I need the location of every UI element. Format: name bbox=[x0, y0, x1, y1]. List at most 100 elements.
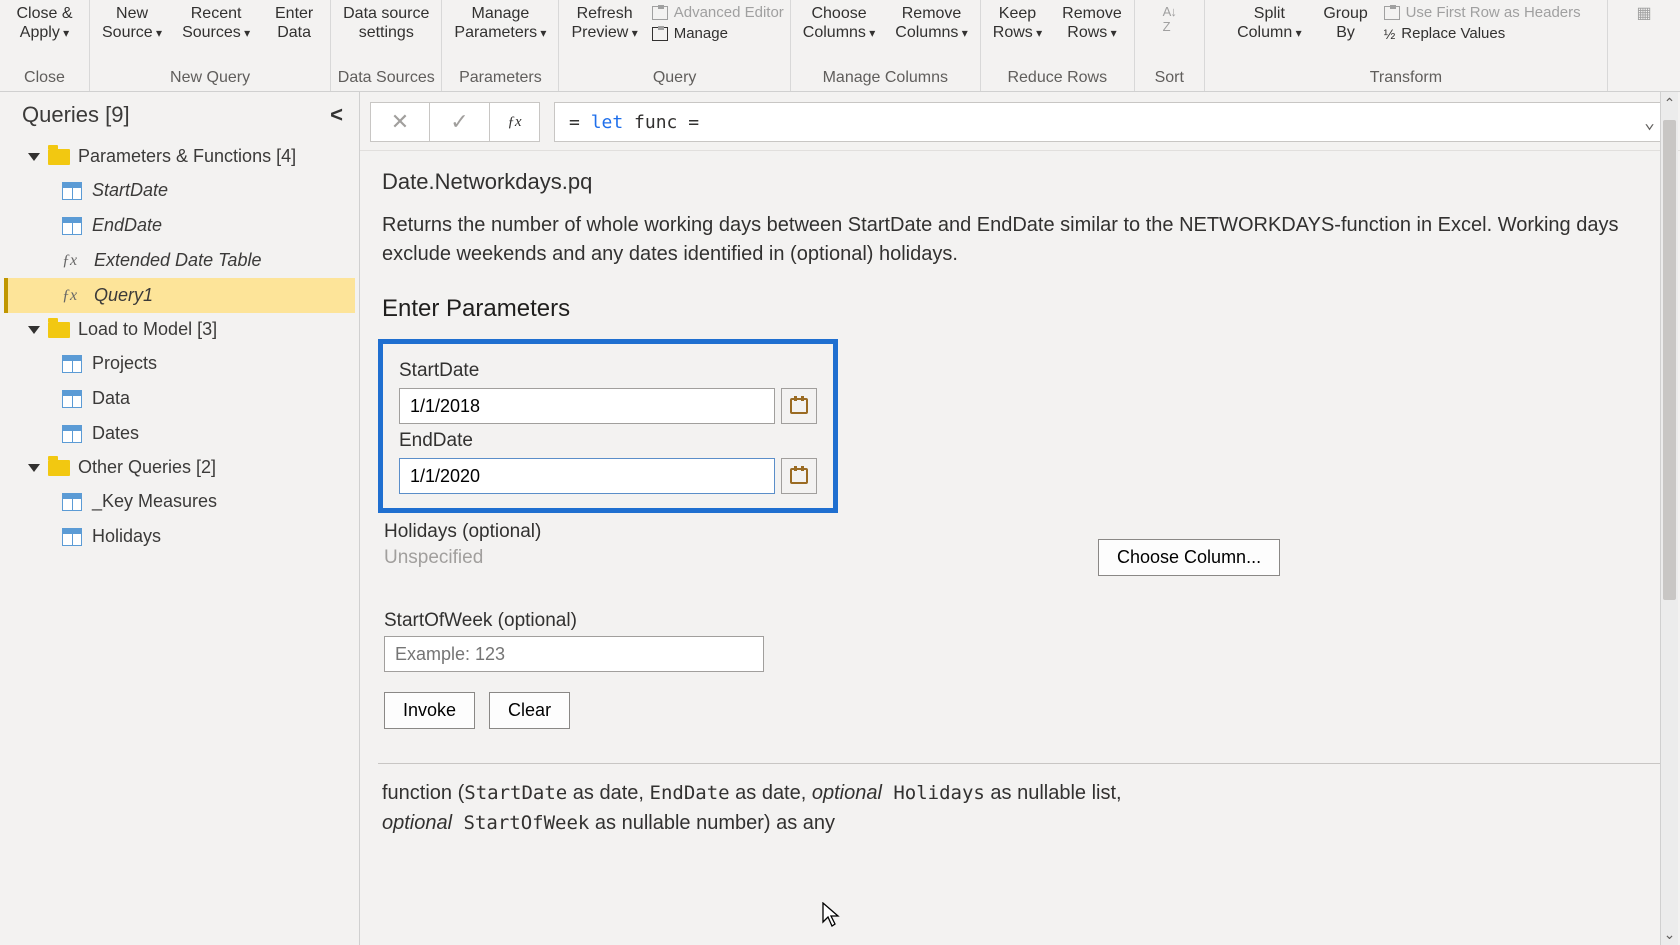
recent-sources-button[interactable]: Recent Sources bbox=[176, 2, 256, 44]
query-item[interactable]: ƒx Extended Date Table bbox=[4, 243, 355, 278]
query-item-label: Dates bbox=[92, 423, 139, 444]
choose-column-button[interactable]: Choose Column... bbox=[1098, 539, 1280, 576]
formula-expand-button[interactable]: ⌄ bbox=[1644, 112, 1655, 133]
query-item[interactable]: StartDate bbox=[4, 173, 355, 208]
query-group[interactable]: Load to Model [3] bbox=[4, 313, 355, 346]
refresh-preview-button[interactable]: Refresh Preview bbox=[565, 2, 643, 44]
ribbon: Close & Apply Close New Source Recent So… bbox=[0, 0, 1680, 92]
ribbon-group-newquery: New Query bbox=[96, 67, 324, 89]
remove-columns-button[interactable]: Remove Columns bbox=[889, 2, 974, 44]
data-source-settings-button[interactable]: Data source settings bbox=[337, 2, 435, 44]
formula-commit-button[interactable]: ✓ bbox=[430, 102, 490, 142]
ribbon-overflow-button[interactable]: ▦ bbox=[1614, 2, 1674, 25]
queries-panel: Queries [9] < Parameters & Functions [4]… bbox=[0, 92, 360, 945]
query-item-label: Projects bbox=[92, 353, 157, 374]
table-icon bbox=[62, 493, 82, 511]
function-signature: function (StartDate as date, EndDate as … bbox=[382, 778, 1642, 838]
manage-parameters-button[interactable]: Manage Parameters bbox=[448, 2, 552, 44]
replace-icon: ½ bbox=[1384, 26, 1396, 42]
query-item[interactable]: Projects bbox=[4, 346, 355, 381]
query-item[interactable]: Holidays bbox=[4, 519, 355, 554]
folder-icon bbox=[48, 322, 70, 338]
sort-asc-button[interactable]: A↓Z bbox=[1163, 4, 1176, 34]
formula-bar: ✕ ✓ ƒx = let func = ⌄ bbox=[360, 92, 1680, 151]
ribbon-group-datasources: Data Sources bbox=[337, 67, 435, 89]
replace-values-button[interactable]: ½ Replace Values bbox=[1384, 25, 1581, 42]
table-icon bbox=[62, 528, 82, 546]
enddate-input[interactable] bbox=[399, 458, 775, 494]
use-first-row-headers-button[interactable]: Use First Row as Headers bbox=[1384, 4, 1581, 21]
scroll-down-button[interactable]: ⌄ bbox=[1661, 923, 1678, 945]
editor-panel: ✕ ✓ ƒx = let func = ⌄ Date.Networkdays.p… bbox=[360, 92, 1680, 945]
ribbon-group-query: Query bbox=[565, 67, 783, 89]
folder-icon bbox=[48, 149, 70, 165]
manage-query-button[interactable]: Manage bbox=[652, 25, 784, 42]
query-group-label: Load to Model [3] bbox=[78, 319, 217, 340]
ribbon-group-managecols: Manage Columns bbox=[797, 67, 974, 89]
query-group[interactable]: Other Queries [2] bbox=[4, 451, 355, 484]
query-group[interactable]: Parameters & Functions [4] bbox=[4, 140, 355, 173]
fx-icon: ƒx bbox=[490, 102, 540, 142]
formula-input[interactable]: = let func = ⌄ bbox=[554, 102, 1670, 142]
ribbon-group-close: Close bbox=[6, 67, 83, 89]
enter-parameters-heading: Enter Parameters bbox=[382, 295, 1662, 323]
invoke-button[interactable]: Invoke bbox=[384, 692, 475, 729]
ribbon-group-reducerows: Reduce Rows bbox=[987, 67, 1128, 89]
choose-columns-button[interactable]: Choose Columns bbox=[797, 2, 882, 44]
startofweek-input[interactable] bbox=[384, 636, 764, 672]
query-item[interactable]: ƒx Query1 bbox=[4, 278, 355, 313]
fx-icon: ƒx bbox=[62, 252, 84, 270]
manage-icon bbox=[652, 27, 668, 41]
chevron-down-icon bbox=[28, 153, 40, 161]
startdate-input[interactable] bbox=[399, 388, 775, 424]
query-item-label: Extended Date Table bbox=[94, 250, 261, 271]
date-params-highlight: StartDate EndDate bbox=[378, 339, 838, 513]
query-item-label: EndDate bbox=[92, 215, 162, 236]
ribbon-group-sort: Sort bbox=[1141, 67, 1198, 89]
table-icon bbox=[62, 390, 82, 408]
startdate-calendar-button[interactable] bbox=[781, 388, 817, 424]
scroll-up-button[interactable]: ⌃ bbox=[1661, 92, 1678, 114]
startdate-label: StartDate bbox=[399, 360, 817, 382]
advanced-editor-button[interactable]: Advanced Editor bbox=[652, 4, 784, 21]
formula-cancel-button[interactable]: ✕ bbox=[370, 102, 430, 142]
table-icon bbox=[62, 355, 82, 373]
function-description: Returns the number of whole working days… bbox=[382, 211, 1642, 269]
function-title: Date.Networkdays.pq bbox=[382, 169, 1662, 195]
new-source-button[interactable]: New Source bbox=[96, 2, 168, 44]
enddate-calendar-button[interactable] bbox=[781, 458, 817, 494]
query-item-label: StartDate bbox=[92, 180, 168, 201]
keep-rows-button[interactable]: Keep Rows bbox=[987, 2, 1048, 44]
query-group-label: Other Queries [2] bbox=[78, 457, 216, 478]
clear-button[interactable]: Clear bbox=[489, 692, 570, 729]
query-item[interactable]: Data bbox=[4, 381, 355, 416]
queries-tree: Parameters & Functions [4] StartDate EndDa… bbox=[0, 134, 359, 560]
enter-data-button[interactable]: Enter Data bbox=[264, 2, 324, 44]
fx-icon: ƒx bbox=[62, 287, 84, 305]
collapse-queries-button[interactable]: < bbox=[330, 102, 343, 128]
vertical-scrollbar[interactable]: ⌃ ⌄ bbox=[1660, 92, 1678, 945]
query-item-label: Query1 bbox=[94, 285, 153, 306]
query-group-label: Parameters & Functions [4] bbox=[78, 146, 296, 167]
table-icon bbox=[62, 182, 82, 200]
enddate-label: EndDate bbox=[399, 430, 817, 452]
query-item[interactable]: Dates bbox=[4, 416, 355, 451]
calendar-icon bbox=[790, 398, 808, 414]
folder-icon bbox=[48, 460, 70, 476]
headers-icon bbox=[1384, 6, 1400, 20]
query-item-label: Holidays bbox=[92, 526, 161, 547]
queries-header-title: Queries [9] bbox=[22, 102, 130, 128]
chevron-down-icon bbox=[28, 326, 40, 334]
calendar-icon bbox=[790, 468, 808, 484]
group-by-button[interactable]: Group By bbox=[1316, 2, 1376, 44]
query-item[interactable]: _Key Measures bbox=[4, 484, 355, 519]
table-icon bbox=[62, 425, 82, 443]
split-column-button[interactable]: Split Column bbox=[1231, 2, 1308, 44]
close-apply-button[interactable]: Close & Apply bbox=[10, 2, 78, 44]
ribbon-group-parameters: Parameters bbox=[448, 67, 552, 89]
remove-rows-button[interactable]: Remove Rows bbox=[1056, 2, 1128, 44]
scroll-thumb[interactable] bbox=[1663, 120, 1676, 600]
editor-icon bbox=[652, 6, 668, 20]
query-item[interactable]: EndDate bbox=[4, 208, 355, 243]
query-item-label: Data bbox=[92, 388, 130, 409]
